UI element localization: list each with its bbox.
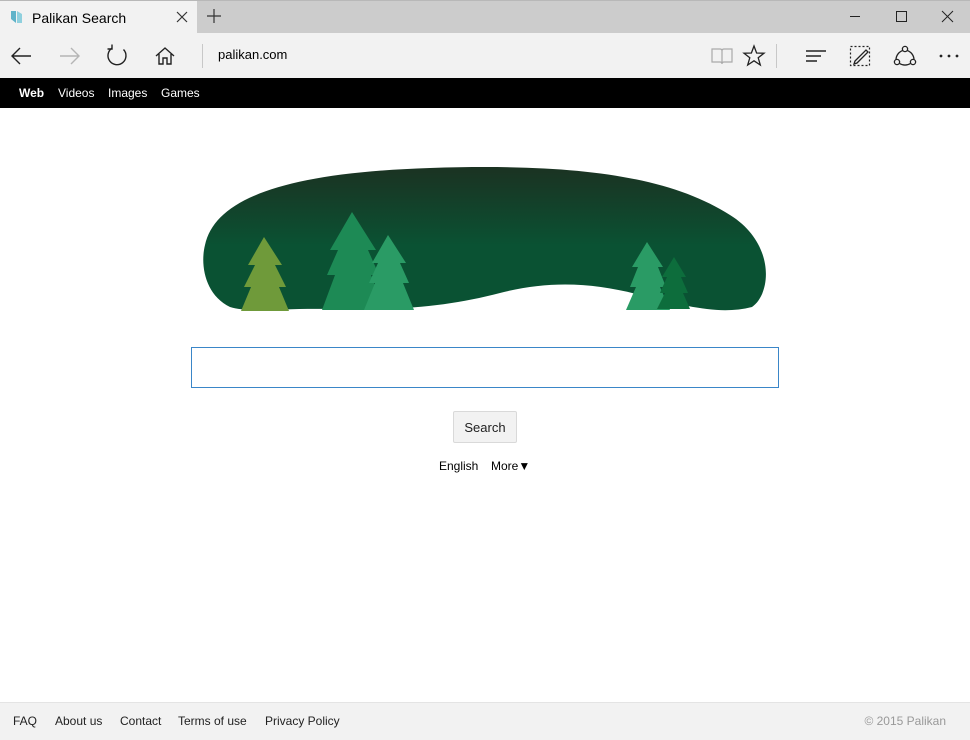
title-bar: Palikan Search	[0, 0, 970, 33]
palikan-favicon-icon	[11, 11, 22, 23]
nav-images[interactable]: Images	[108, 86, 147, 100]
footer-link-contact[interactable]: Contact	[120, 714, 161, 728]
more-icon[interactable]	[936, 43, 962, 69]
search-button[interactable]: Search	[453, 411, 517, 443]
browser-tab[interactable]: Palikan Search	[0, 1, 197, 33]
hub-icon[interactable]	[803, 43, 829, 69]
close-icon	[941, 10, 954, 23]
minimize-icon	[850, 16, 860, 17]
toolbar-separator	[776, 44, 777, 68]
share-icon[interactable]	[892, 43, 918, 69]
maximize-button[interactable]	[878, 0, 924, 33]
address-bar[interactable]: palikan.com	[218, 47, 287, 62]
nav-web[interactable]: Web	[19, 86, 44, 100]
minimize-button[interactable]	[832, 0, 878, 33]
refresh-icon[interactable]	[104, 43, 130, 69]
browser-toolbar: palikan.com	[0, 33, 970, 78]
tab-close-icon[interactable]	[176, 11, 188, 23]
forest-logo-illustration	[203, 167, 766, 311]
more-dropdown[interactable]: More▼	[491, 459, 530, 473]
pen-icon[interactable]	[847, 43, 873, 69]
forward-arrow-icon[interactable]	[56, 43, 82, 69]
home-icon[interactable]	[152, 43, 178, 69]
new-tab-plus-icon[interactable]	[206, 8, 222, 24]
language-link[interactable]: English	[439, 459, 478, 473]
footer-link-about[interactable]: About us	[55, 714, 102, 728]
back-arrow-icon[interactable]	[9, 43, 35, 69]
copyright-text: © 2015 Palikan	[864, 714, 946, 728]
address-separator	[202, 44, 203, 68]
nav-games[interactable]: Games	[161, 86, 200, 100]
footer-link-terms[interactable]: Terms of use	[178, 714, 247, 728]
close-window-button[interactable]	[924, 0, 970, 33]
site-nav: Web Videos Images Games	[0, 78, 970, 108]
footer: FAQ About us Contact Terms of use Privac…	[0, 702, 970, 740]
nav-videos[interactable]: Videos	[58, 86, 94, 100]
book-icon[interactable]	[709, 43, 735, 69]
maximize-icon	[896, 11, 907, 22]
tab-title: Palikan Search	[32, 10, 127, 26]
footer-link-faq[interactable]: FAQ	[13, 714, 37, 728]
search-input[interactable]	[191, 347, 779, 388]
footer-link-privacy[interactable]: Privacy Policy	[265, 714, 340, 728]
star-icon[interactable]	[741, 43, 767, 69]
